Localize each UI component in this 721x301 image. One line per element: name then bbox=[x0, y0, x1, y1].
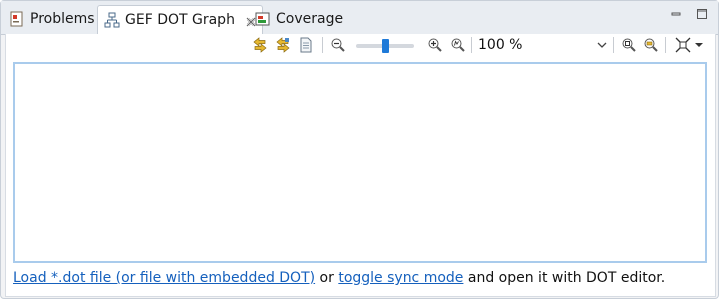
graph-icon bbox=[104, 12, 120, 28]
footer-text-or: or bbox=[315, 270, 339, 286]
view-window-controls bbox=[670, 8, 708, 20]
view-content: 100 % Load *.dot file (or file with embe… bbox=[5, 34, 716, 297]
coverage-icon bbox=[255, 11, 271, 27]
toolbar-separator bbox=[322, 37, 323, 53]
zoom-slider[interactable] bbox=[356, 38, 414, 54]
export-icon[interactable] bbox=[297, 36, 315, 54]
zoom-in-icon[interactable] bbox=[426, 36, 444, 54]
layout-menu-icon[interactable] bbox=[674, 36, 706, 54]
tab-label: Problems bbox=[30, 11, 95, 27]
zoom-slider-thumb[interactable] bbox=[382, 39, 389, 53]
sync-editor-icon[interactable] bbox=[274, 36, 292, 54]
tab-gef-dot-graph[interactable]: GEF DOT Graph bbox=[97, 5, 263, 35]
zoom-out-icon[interactable] bbox=[329, 36, 347, 54]
zoom-level-combo[interactable]: 100 % bbox=[473, 35, 611, 55]
toolbar-separator bbox=[471, 37, 472, 53]
sync-graph-icon[interactable] bbox=[251, 36, 269, 54]
graph-canvas[interactable] bbox=[13, 62, 707, 263]
view-toolbar: 100 % bbox=[6, 34, 715, 58]
tab-label: GEF DOT Graph bbox=[125, 12, 235, 28]
fit-width-icon[interactable] bbox=[642, 36, 660, 54]
fit-page-icon[interactable] bbox=[620, 36, 638, 54]
toolbar-separator bbox=[665, 37, 666, 53]
footer-message: Load *.dot file (or file with embedded D… bbox=[13, 270, 665, 286]
tab-label: Coverage bbox=[276, 11, 344, 27]
footer-text-tail: and open it with DOT editor. bbox=[463, 270, 666, 286]
chevron-down-icon[interactable] bbox=[596, 39, 608, 51]
tab-coverage[interactable]: Coverage bbox=[249, 5, 349, 33]
toggle-sync-mode-link[interactable]: toggle sync mode bbox=[338, 270, 463, 286]
tab-strip: Problems GEF DOT Graph Coverage bbox=[1, 1, 718, 35]
maximize-icon[interactable] bbox=[696, 8, 708, 20]
load-dot-file-link[interactable]: Load *.dot file (or file with embedded D… bbox=[13, 270, 315, 286]
zoom-level-value: 100 % bbox=[478, 37, 523, 53]
problems-icon bbox=[9, 11, 25, 27]
zoom-reset-icon[interactable] bbox=[449, 36, 467, 54]
tab-problems[interactable]: Problems bbox=[3, 5, 101, 33]
toolbar-separator bbox=[613, 37, 614, 53]
dot-graph-view: Problems GEF DOT Graph Coverage 100 % Lo… bbox=[0, 0, 719, 299]
minimize-icon[interactable] bbox=[670, 8, 682, 20]
